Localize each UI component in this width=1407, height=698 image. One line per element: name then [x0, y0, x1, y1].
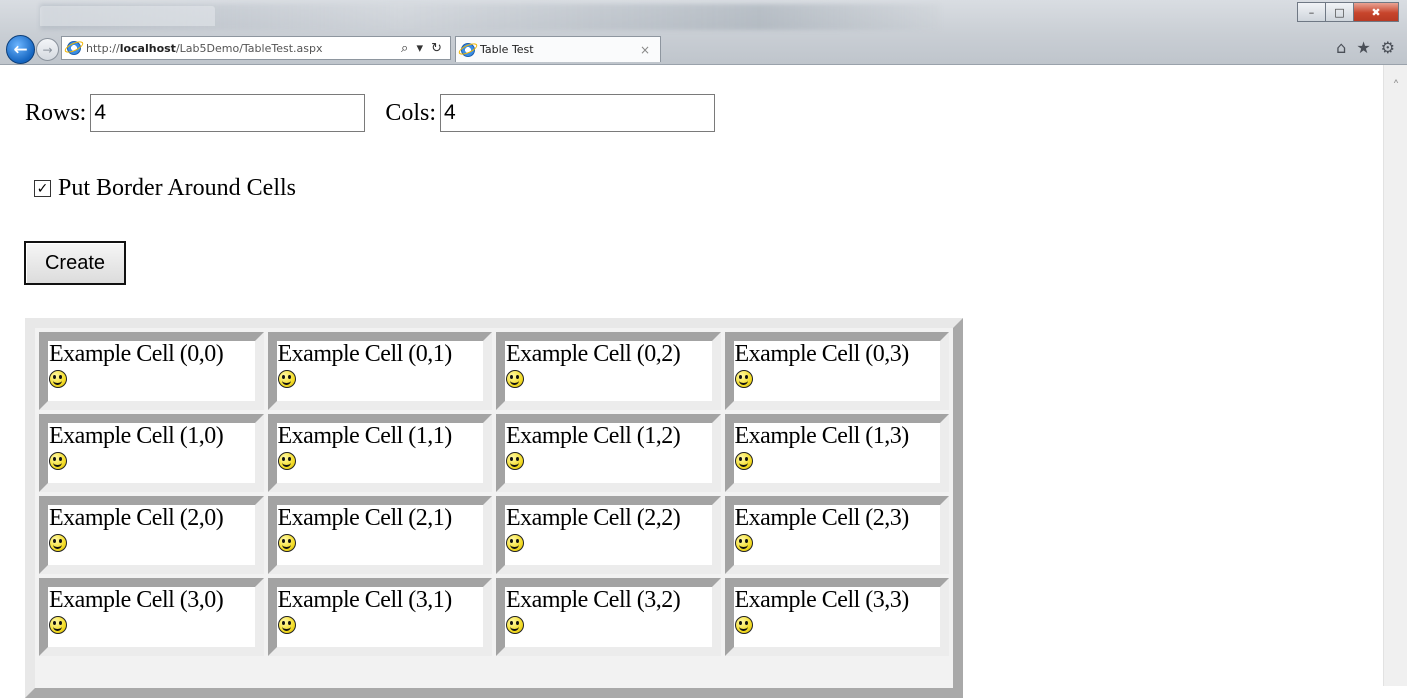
smiley-icon: [734, 452, 753, 470]
vertical-scrollbar[interactable]: ˄: [1383, 65, 1407, 686]
back-button[interactable]: ←: [6, 35, 35, 64]
cell-label: Example Cell (0,3): [734, 341, 910, 367]
table-row: Example Cell (0,0) Example Cell (0,1) Exam…: [39, 332, 949, 410]
smiley-icon: [49, 616, 67, 634]
ie-page-icon: [67, 41, 81, 55]
table-cell: Example Cell (1,3): [724, 414, 949, 492]
smiley-icon: [734, 616, 753, 634]
cell-label: Example Cell (3,0): [49, 587, 224, 613]
table-cell: Example Cell (2,1): [267, 496, 492, 574]
cols-input[interactable]: [440, 94, 716, 132]
cell-label: Example Cell (0,0): [49, 341, 224, 367]
close-window-button[interactable]: ✖: [1353, 2, 1399, 22]
url-host: localhost: [119, 41, 176, 55]
cell-label: Example Cell (2,0): [49, 505, 224, 531]
cell-label: Example Cell (2,3): [734, 505, 910, 531]
table-row: Example Cell (1,0) Example Cell (1,1) Exam…: [39, 414, 949, 492]
border-checkbox-label[interactable]: Put Border Around Cells: [58, 175, 296, 202]
arrow-left-icon: ←: [13, 39, 28, 60]
rows-input[interactable]: [90, 94, 366, 132]
smiley-icon: [49, 452, 67, 470]
generated-table: Example Cell (0,0) Example Cell (0,1) Exam…: [25, 318, 963, 698]
minimize-button[interactable]: –: [1297, 2, 1326, 22]
cell-label: Example Cell (3,1): [277, 587, 453, 613]
table-cell: Example Cell (3,2): [496, 578, 721, 656]
rows-label: Rows:: [25, 99, 87, 126]
border-option: ✓ Put Border Around Cells: [34, 175, 296, 202]
table-cell: Example Cell (3,1): [267, 578, 492, 656]
scroll-up-icon[interactable]: ˄: [1384, 79, 1407, 95]
smiley-icon: [277, 534, 296, 552]
cell-label: Example Cell (2,2): [506, 505, 681, 531]
inactive-tab[interactable]: [40, 6, 215, 26]
table-cell: Example Cell (1,1): [267, 414, 492, 492]
address-bar[interactable]: http://localhost/Lab5Demo/TableTest.aspx…: [61, 36, 451, 60]
url-scheme: http://: [86, 41, 120, 55]
smiley-icon: [49, 534, 67, 552]
star-icon[interactable]: ★: [1356, 38, 1370, 57]
table-cell: Example Cell (1,0): [39, 414, 264, 492]
smiley-icon: [506, 452, 524, 470]
smiley-icon: [506, 616, 524, 634]
table-cell: Example Cell (2,0): [39, 496, 264, 574]
page-content: Rows: Cols: ✓ Put Border Around Cells Cr…: [0, 65, 1383, 698]
ie-tab-icon: [461, 42, 475, 57]
table-cell: Example Cell (0,2): [496, 332, 721, 410]
table-row: Example Cell (2,0) Example Cell (2,1) Exam…: [39, 496, 949, 574]
maximize-button[interactable]: □: [1325, 2, 1354, 22]
cell-label: Example Cell (3,3): [734, 587, 910, 613]
smiley-icon: [277, 452, 296, 470]
browser-chrome: – □ ✖ ← → http://localhost/Lab5Demo/Tabl…: [0, 0, 1407, 65]
cell-label: Example Cell (0,2): [506, 341, 681, 367]
table-cell: Example Cell (0,1): [267, 332, 492, 410]
cell-label: Example Cell (0,1): [277, 341, 453, 367]
forward-button[interactable]: →: [36, 38, 59, 61]
arrow-right-icon: →: [42, 42, 53, 57]
tab-close-icon[interactable]: ×: [640, 43, 650, 57]
cell-grid: Example Cell (0,0) Example Cell (0,1) Exam…: [35, 328, 953, 660]
smiley-icon: [277, 370, 296, 388]
gear-icon[interactable]: ⚙: [1381, 38, 1395, 57]
url-path: /Lab5Demo/TableTest.aspx: [175, 41, 323, 55]
smiley-icon: [506, 370, 524, 388]
cols-label: Cols:: [385, 99, 437, 126]
table-cell: Example Cell (2,2): [496, 496, 721, 574]
cell-label: Example Cell (1,3): [734, 423, 910, 449]
table-cell: Example Cell (0,3): [724, 332, 949, 410]
smiley-icon: [49, 370, 67, 388]
create-button[interactable]: Create: [24, 241, 126, 285]
table-cell: Example Cell (0,0): [39, 332, 264, 410]
search-refresh-icons[interactable]: ⌕ ▾ ↻: [401, 41, 444, 56]
table-cell: Example Cell (3,3): [724, 578, 949, 656]
smiley-icon: [506, 534, 524, 552]
cell-label: Example Cell (1,2): [506, 423, 681, 449]
cell-label: Example Cell (2,1): [277, 505, 453, 531]
table-cell: Example Cell (2,3): [724, 496, 949, 574]
smiley-icon: [734, 534, 753, 552]
cell-label: Example Cell (3,2): [506, 587, 681, 613]
smiley-icon: [734, 370, 753, 388]
browser-toolbar-right: ⌂ ★ ⚙: [1336, 38, 1395, 57]
cell-label: Example Cell (1,0): [49, 423, 224, 449]
window-controls: – □ ✖: [1297, 2, 1399, 22]
cell-label: Example Cell (1,1): [277, 423, 453, 449]
border-checkbox[interactable]: ✓: [34, 180, 51, 197]
home-icon[interactable]: ⌂: [1336, 38, 1346, 57]
tab-table-test[interactable]: Table Test ×: [455, 36, 661, 62]
table-row: Example Cell (3,0) Example Cell (3,1) Exam…: [39, 578, 949, 656]
tab-title: Table Test: [480, 43, 534, 56]
smiley-icon: [277, 616, 296, 634]
dimension-inputs: Rows: Cols:: [25, 94, 716, 132]
table-cell: Example Cell (1,2): [496, 414, 721, 492]
table-cell: Example Cell (3,0): [39, 578, 264, 656]
